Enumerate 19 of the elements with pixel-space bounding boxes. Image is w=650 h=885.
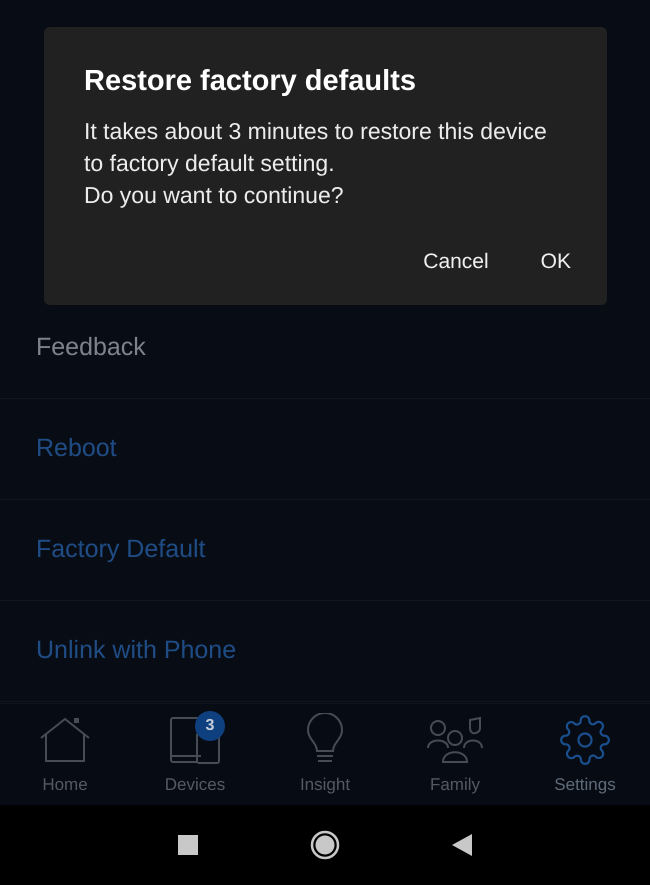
nav-tab[interactable]: Settings	[520, 704, 650, 805]
family-icon	[426, 716, 484, 764]
nav-tab[interactable]: 3 Devices	[130, 704, 260, 805]
nav-tab[interactable]: Insight	[260, 704, 390, 805]
dialog-button[interactable]: OK	[528, 242, 583, 281]
back-icon[interactable]	[452, 834, 472, 856]
menu-item[interactable]: Unlink with Phone	[36, 632, 236, 670]
dialog-button[interactable]: Cancel	[411, 242, 501, 281]
house-icon	[38, 716, 92, 764]
nav-tab[interactable]: Family	[390, 704, 520, 805]
nav-tab[interactable]: Home	[0, 704, 130, 805]
circle-icon[interactable]	[310, 830, 340, 860]
settings-icon	[559, 714, 611, 766]
menu-item[interactable]: Factory Default	[36, 531, 206, 569]
dialog-message: It takes about 3 minutes to restore this device to factory default setting. Do you want to continue?	[84, 117, 548, 210]
menu-item[interactable]: Feedback	[36, 329, 146, 367]
dialog-title: Restore factory defaults	[84, 64, 417, 99]
count-badge: 3	[195, 710, 225, 740]
menu-item[interactable]: Reboot	[36, 430, 117, 468]
